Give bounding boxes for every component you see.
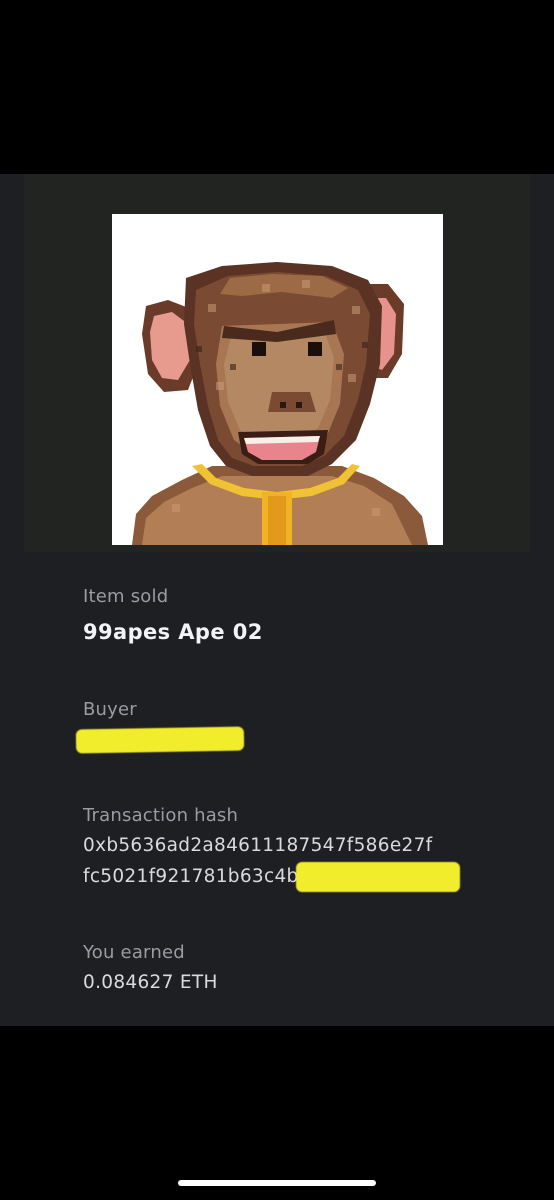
earnings-section: You earned 0.084627 ETH: [83, 942, 218, 998]
buyer-redaction-highlight: [75, 726, 245, 754]
screen: Item sold 99apes Ape 02 Buyer Transactio…: [0, 0, 554, 1200]
item-sold-section: Item sold 99apes Ape 02: [83, 586, 263, 645]
transaction-redaction-highlight: [296, 862, 460, 892]
buyer-label: Buyer: [83, 699, 137, 720]
pixel-ape-image: [132, 262, 428, 545]
home-indicator[interactable]: [178, 1180, 376, 1186]
item-sold-label: Item sold: [83, 586, 169, 607]
nft-image-panel: [24, 174, 530, 552]
top-black-area: [0, 0, 554, 174]
transaction-hash-label: Transaction hash: [83, 805, 239, 826]
item-name: 99apes Ape 02: [83, 620, 263, 644]
transaction-hash-line-1: 0xb5636ad2a84611187547f586e27f: [83, 835, 433, 856]
earned-amount: 0.084627 ETH: [83, 972, 218, 993]
transaction-hash-line-2-visible: fc5021f921781b63c4bc1: [83, 866, 322, 887]
sale-notification-card: Item sold 99apes Ape 02 Buyer Transactio…: [0, 174, 554, 1026]
nft-image: [112, 214, 443, 545]
you-earned-label: You earned: [83, 942, 185, 963]
buyer-section: Buyer: [83, 699, 137, 721]
